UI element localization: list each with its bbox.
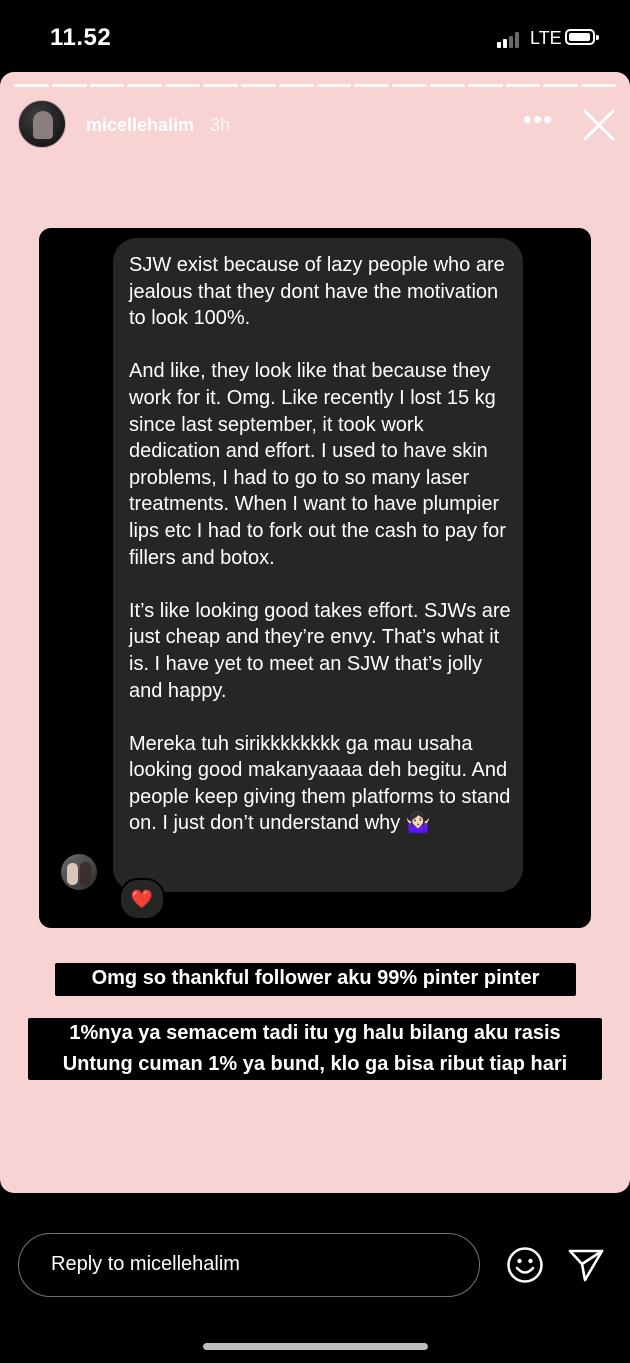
- reply-placeholder: Reply to micellehalim: [51, 1253, 240, 1275]
- progress-segment: [505, 84, 541, 87]
- progress-segment: [165, 84, 201, 87]
- progress-segment: [316, 84, 352, 87]
- send-icon[interactable]: [567, 1247, 605, 1283]
- message-bubble: SJW exist because of lazy people who are…: [113, 238, 523, 892]
- reply-input[interactable]: Reply to micellehalim: [18, 1233, 480, 1297]
- story-caption: Omg so thankful follower aku 99% pinter …: [55, 963, 576, 996]
- more-options-icon[interactable]: •••: [520, 106, 556, 138]
- status-bar: 11.52 LTE: [0, 0, 630, 72]
- profile-avatar[interactable]: [18, 100, 66, 148]
- emoji-icon[interactable]: [506, 1246, 544, 1284]
- progress-segment: [543, 84, 579, 87]
- close-icon[interactable]: [582, 108, 616, 142]
- story-header: micellehalim 3h •••: [0, 98, 630, 152]
- progress-segment: [51, 84, 87, 87]
- story-frame[interactable]: micellehalim 3h ••• SJW exist because of…: [0, 72, 630, 1193]
- status-time: 11.52: [50, 24, 112, 51]
- progress-segment: [467, 84, 503, 87]
- story-username[interactable]: micellehalim: [86, 115, 194, 136]
- battery-icon: [565, 29, 599, 45]
- home-indicator[interactable]: [203, 1343, 428, 1350]
- reply-bar: Reply to micellehalim: [0, 1193, 630, 1363]
- message-text: SJW exist because of lazy people who are…: [129, 254, 511, 835]
- signal-icon: [497, 30, 525, 48]
- story-progress-bar: [14, 84, 616, 87]
- progress-segment: [354, 84, 390, 87]
- progress-segment: [14, 84, 49, 87]
- dm-screenshot: SJW exist because of lazy people who are…: [39, 228, 591, 928]
- progress-segment: [203, 84, 238, 87]
- progress-segment: [89, 84, 125, 87]
- progress-segment: [392, 84, 427, 87]
- story-timestamp: 3h: [210, 115, 231, 135]
- progress-segment: [278, 84, 314, 87]
- sender-avatar: [61, 854, 97, 890]
- network-label: LTE: [530, 28, 562, 48]
- progress-segment: [127, 84, 163, 87]
- progress-segment: [581, 84, 616, 87]
- progress-segment: [429, 84, 465, 87]
- heart-reaction-icon: ❤️: [119, 878, 165, 920]
- progress-segment: [240, 84, 276, 87]
- story-caption: 1%nya ya semacem tadi itu yg halu bilang…: [28, 1018, 602, 1080]
